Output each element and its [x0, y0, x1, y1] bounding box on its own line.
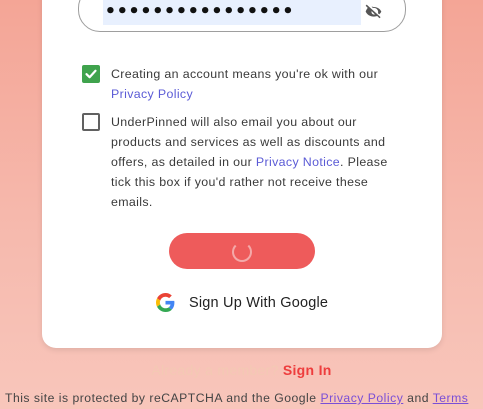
password-input[interactable]	[103, 0, 361, 25]
signin-link[interactable]: Sign In	[283, 362, 332, 378]
password-field	[78, 0, 406, 32]
privacy-consent-text: Creating an account means you're ok with…	[111, 64, 401, 104]
recaptcha-notice: This site is protected by reCAPTCHA and …	[5, 391, 468, 405]
email-optout-row: UnderPinned will also email you about ou…	[82, 112, 401, 212]
google-terms-link[interactable]: Terms	[433, 391, 469, 405]
signin-prompt: Already a member? Sign In	[0, 362, 483, 378]
privacy-consent-checkbox[interactable]	[82, 65, 100, 83]
email-optout-checkbox[interactable]	[82, 113, 100, 131]
privacy-notice-link[interactable]: Privacy Notice	[256, 155, 340, 169]
eye-off-icon[interactable]	[363, 2, 385, 22]
recaptcha-text: This site is protected by reCAPTCHA and …	[5, 391, 321, 405]
privacy-consent-row: Creating an account means you're ok with…	[82, 64, 401, 104]
checkmark-icon	[85, 69, 97, 79]
google-icon	[156, 293, 175, 312]
privacy-consent-label: Creating an account means you're ok with…	[111, 67, 379, 81]
privacy-policy-link[interactable]: Privacy Policy	[111, 87, 193, 101]
google-signup-label: Sign Up With Google	[189, 294, 329, 311]
google-privacy-link[interactable]: Privacy Policy	[320, 391, 403, 405]
submit-button[interactable]	[169, 233, 315, 269]
signin-prompt-text: Already a member?	[151, 362, 283, 378]
recaptcha-and: and	[403, 391, 433, 405]
spinner-icon	[232, 242, 252, 262]
email-optout-text: UnderPinned will also email you about ou…	[111, 112, 401, 212]
google-signup-button[interactable]: Sign Up With Google	[156, 293, 328, 312]
